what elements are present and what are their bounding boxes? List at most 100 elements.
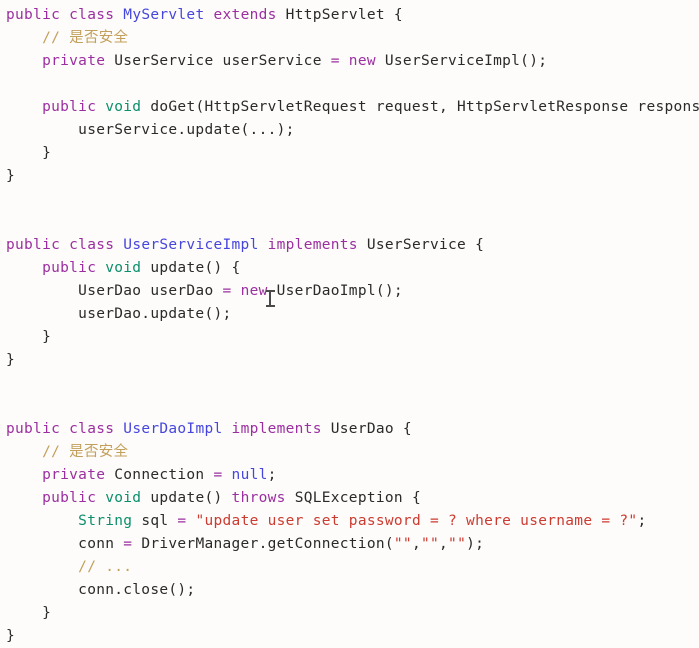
code-token-plain: update() { xyxy=(141,260,241,276)
code-token-keyword: public xyxy=(6,237,61,253)
code-line[interactable] xyxy=(0,211,699,234)
code-token-plain: userDao.update(); xyxy=(78,306,232,322)
code-line[interactable]: public void update() throws SQLException… xyxy=(0,487,699,510)
code-token-keyword: private xyxy=(42,467,106,483)
code-token-plain: ); xyxy=(466,536,485,552)
code-line[interactable]: public void update() { xyxy=(0,257,699,280)
code-listing[interactable]: public class MyServlet extends HttpServl… xyxy=(0,4,699,648)
code-line[interactable]: public class MyServlet extends HttpServl… xyxy=(0,4,699,27)
code-line[interactable] xyxy=(0,372,699,395)
code-token-plain: UserDaoImpl(); xyxy=(267,283,403,299)
code-token-plain: doGet(HttpServletRequest request, HttpSe… xyxy=(141,99,699,115)
code-line[interactable]: String sql = "update user set password =… xyxy=(0,510,699,533)
code-token-plain: update() xyxy=(141,490,232,506)
code-token-keyword: public xyxy=(42,260,97,276)
code-token-keyword: class xyxy=(69,237,115,253)
code-line[interactable]: } xyxy=(0,165,699,188)
code-line[interactable]: } xyxy=(0,625,699,648)
code-token-keyword: = xyxy=(213,467,223,483)
code-token-class: UserDaoImpl xyxy=(123,421,223,437)
code-token-keyword: new xyxy=(348,53,376,69)
code-token-plain: sql xyxy=(132,513,178,529)
code-token-plain: DriverManager.getConnection( xyxy=(132,536,394,552)
code-token-type: void xyxy=(105,490,142,506)
code-line[interactable] xyxy=(0,395,699,418)
code-token-keyword: private xyxy=(42,53,106,69)
code-line[interactable] xyxy=(0,73,699,96)
code-token-comment: // 是否安全 xyxy=(42,444,129,460)
code-line[interactable]: } xyxy=(0,349,699,372)
code-token-string: "" xyxy=(448,536,467,552)
code-token-keyword: throws xyxy=(231,490,286,506)
code-token-type: void xyxy=(105,260,142,276)
code-token-string: "update user set password = ? where user… xyxy=(195,513,638,529)
code-token-plain: HttpServlet { xyxy=(276,7,403,23)
code-line[interactable]: } xyxy=(0,326,699,349)
code-line[interactable]: private Connection = null; xyxy=(0,464,699,487)
code-token-plain: userService.update(...); xyxy=(78,122,295,138)
code-line[interactable]: public class UserServiceImpl implements … xyxy=(0,234,699,257)
code-line[interactable]: userService.update(...); xyxy=(0,119,699,142)
code-line[interactable]: // 是否安全 xyxy=(0,27,699,50)
code-line[interactable]: userDao.update(); xyxy=(0,303,699,326)
code-token-plain: } xyxy=(42,605,52,621)
code-token-plain: , xyxy=(439,536,449,552)
code-token-string: "" xyxy=(393,536,412,552)
code-line[interactable]: conn.close(); xyxy=(0,579,699,602)
code-token-type: void xyxy=(105,99,142,115)
code-line[interactable]: UserDao userDao = new UserDaoImpl(); xyxy=(0,280,699,303)
code-line[interactable]: private UserService userService = new Us… xyxy=(0,50,699,73)
code-line[interactable] xyxy=(0,188,699,211)
code-token-keyword: extends xyxy=(213,7,277,23)
code-token-keyword: new xyxy=(240,283,268,299)
code-line[interactable]: // 是否安全 xyxy=(0,441,699,464)
code-token-keyword: public xyxy=(42,99,97,115)
code-token-plain: } xyxy=(6,352,16,368)
code-line[interactable]: public void doGet(HttpServletRequest req… xyxy=(0,96,699,119)
code-token-plain: conn.close(); xyxy=(78,582,196,598)
code-token-plain: ; xyxy=(637,513,647,529)
code-token-keyword: = xyxy=(222,283,232,299)
code-token-comment: // 是否安全 xyxy=(42,30,129,46)
code-token-plain: Connection xyxy=(105,467,214,483)
code-token-plain: UserServiceImpl(); xyxy=(375,53,548,69)
code-token-string: "" xyxy=(420,536,440,552)
code-line[interactable]: } xyxy=(0,602,699,625)
code-token-plain: UserDao userDao xyxy=(78,283,223,299)
code-editor-pane[interactable]: public class MyServlet extends HttpServl… xyxy=(0,0,699,644)
code-token-literal: null xyxy=(231,467,268,483)
code-token-keyword: = xyxy=(123,536,133,552)
code-line[interactable]: conn = DriverManager.getConnection("",""… xyxy=(0,533,699,556)
code-token-keyword: implements xyxy=(267,237,358,253)
code-line[interactable]: public class UserDaoImpl implements User… xyxy=(0,418,699,441)
code-line[interactable]: // ... xyxy=(0,556,699,579)
code-line[interactable]: } xyxy=(0,142,699,165)
code-token-keyword: public xyxy=(6,7,61,23)
code-token-plain: UserService { xyxy=(357,237,485,253)
